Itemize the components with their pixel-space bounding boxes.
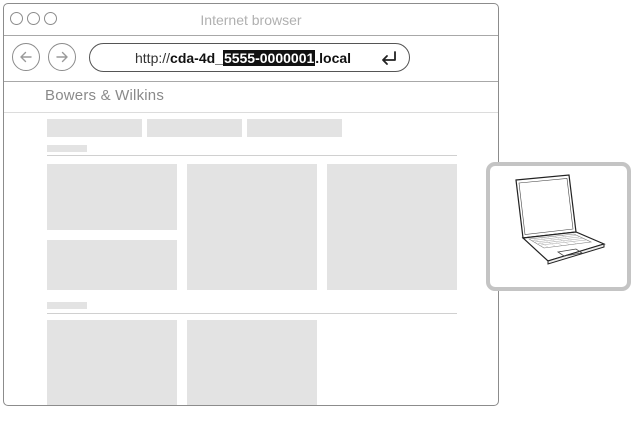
section-divider-1 xyxy=(47,155,457,156)
arrow-left-icon xyxy=(20,51,32,63)
content-placeholder-4 xyxy=(47,240,177,290)
site-header: Bowers & Wilkins xyxy=(4,82,498,113)
device-frame xyxy=(486,162,631,291)
url-host-start: cda-4d_ xyxy=(170,50,223,66)
window-title: Internet browser xyxy=(200,12,302,28)
section-heading-placeholder-1 xyxy=(47,145,87,152)
url-text: http://cda-4d_5555-0000001.local xyxy=(135,50,351,66)
browser-window: Internet browser http://cda-4d_5555-0000… xyxy=(3,3,499,406)
content-placeholder-1 xyxy=(47,164,177,230)
title-bar: Internet browser xyxy=(4,4,498,36)
browser-toolbar: http://cda-4d_5555-0000001.local xyxy=(4,35,498,82)
return-enter-icon[interactable] xyxy=(379,50,399,66)
content-placeholder-5 xyxy=(47,320,177,405)
section-heading-placeholder-2 xyxy=(47,302,87,309)
url-serial-highlight: 5555-0000001 xyxy=(222,50,316,66)
content-placeholder-6 xyxy=(187,320,317,405)
address-bar[interactable]: http://cda-4d_5555-0000001.local xyxy=(89,43,410,72)
nav-placeholder-3 xyxy=(247,119,342,137)
url-suffix: .local xyxy=(315,50,352,66)
arrow-right-icon xyxy=(56,51,68,63)
content-placeholder-2 xyxy=(187,164,317,290)
section-divider-2 xyxy=(47,313,457,314)
laptop-icon xyxy=(515,174,606,265)
content-placeholder-3 xyxy=(327,164,457,290)
forward-button[interactable] xyxy=(48,43,76,71)
nav-placeholder-1 xyxy=(47,119,142,137)
brand-logo[interactable]: Bowers & Wilkins xyxy=(45,87,164,104)
nav-placeholder-2 xyxy=(147,119,242,137)
back-button[interactable] xyxy=(12,43,40,71)
url-prefix: http:// xyxy=(135,50,171,66)
